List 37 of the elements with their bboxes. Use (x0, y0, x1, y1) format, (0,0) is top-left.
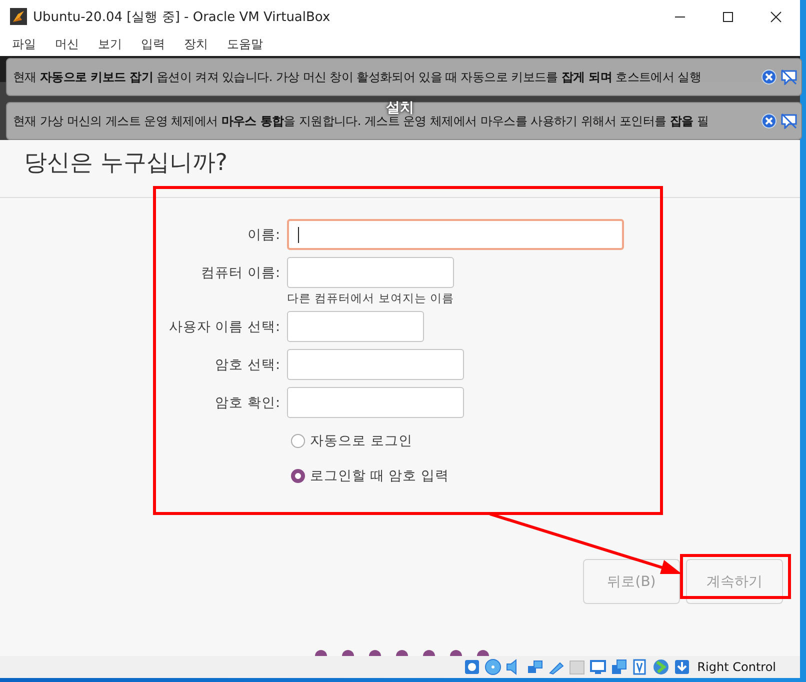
window-title: Ubuntu-20.04 [실행 중] - Oracle VM VirtualBox (33, 8, 332, 26)
mute-notification-icon[interactable] (780, 113, 798, 129)
radio-button[interactable] (291, 469, 305, 483)
menu-item[interactable]: 도움말 (221, 36, 269, 53)
menu-item[interactable]: 머신 (49, 36, 85, 53)
app-logo-icon (10, 8, 27, 25)
disc-icon[interactable] (484, 658, 502, 676)
text-field[interactable] (287, 349, 464, 380)
menu-item[interactable]: 장치 (178, 36, 214, 53)
radio-label: 로그인할 때 암호 입력 (310, 467, 449, 485)
notification-text: 현재 자동으로 키보드 잡기 옵션이 켜져 있습니다. 가상 머신 창이 활성화되어 있을 때 자동으로 키보드를 잡게 되며 호스트에서 실행 (13, 68, 702, 86)
notification-text: 현재 가상 머신의 게스트 운영 체제에서 마우스 통합을 지원합니다. 게스트 운영 체제에서 마우스를 사용하기 위해서 포인터를 잡을 필 (13, 114, 710, 130)
field-label: 암호 확인: (214, 394, 280, 412)
display-icon[interactable] (589, 658, 608, 676)
text-field[interactable] (287, 219, 624, 250)
text-field[interactable] (287, 257, 454, 288)
radio-button[interactable] (291, 434, 305, 448)
text-field[interactable] (287, 311, 424, 342)
menu-item[interactable]: 보기 (92, 36, 128, 53)
field-label: 암호 선택: (214, 356, 280, 374)
host-key-label: Right Control (697, 660, 776, 674)
field-hint: 다른 컴퓨터에서 보여지는 이름 (287, 291, 455, 306)
menu-item[interactable]: 파일 (6, 36, 42, 53)
field-label: 이름: (246, 226, 280, 244)
globe-icon[interactable] (652, 658, 670, 676)
field-label: 컴퓨터 이름: (200, 264, 280, 282)
page-heading: 당신은 누구십니까? (24, 149, 229, 178)
menu-item[interactable]: 입력 (135, 36, 171, 53)
text-field[interactable] (287, 387, 464, 418)
windows-icon[interactable] (610, 658, 628, 676)
installer-title: 설치 (386, 99, 414, 116)
network-icon[interactable] (526, 658, 544, 676)
close-icon[interactable] (770, 10, 782, 22)
field-label: 사용자 이름 선택: (168, 318, 280, 336)
radio-label: 자동으로 로그인 (310, 432, 412, 450)
mute-notification-icon[interactable] (780, 69, 798, 85)
maximize-icon[interactable] (722, 10, 734, 22)
